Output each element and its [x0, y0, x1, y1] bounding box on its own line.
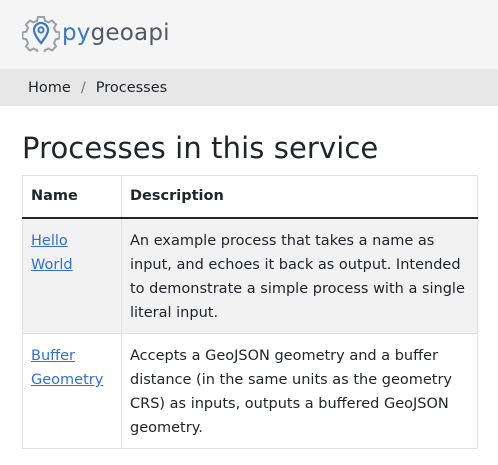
- table-header-row: Name Description: [22, 175, 478, 219]
- logo-wordmark: pygeoapi: [62, 19, 170, 46]
- processes-table: Name Description Hello World An example …: [22, 175, 478, 449]
- pygeoapi-logo[interactable]: pygeoapi: [22, 13, 170, 53]
- logo-suffix: geoapi: [90, 19, 170, 46]
- table-row: Hello World An example process that take…: [22, 217, 478, 334]
- site-header: pygeoapi: [0, 0, 498, 69]
- breadcrumb-current: Processes: [95, 79, 168, 96]
- breadcrumb-separator: /: [80, 79, 86, 96]
- breadcrumb-home-link[interactable]: Home: [28, 80, 71, 96]
- gear-map-pin-icon: [22, 16, 60, 52]
- page-title: Processes in this service: [22, 131, 379, 165]
- process-name-cell: Buffer Geometry: [22, 333, 122, 449]
- table-row: Buffer Geometry Accepts a GeoJSON geomet…: [22, 333, 478, 449]
- process-name-cell: Hello World: [22, 217, 122, 334]
- process-description-cell: Accepts a GeoJSON geometry and a buffer …: [121, 333, 478, 449]
- process-link-buffer-geometry[interactable]: Buffer Geometry: [31, 348, 103, 388]
- logo-prefix: py: [62, 19, 91, 46]
- process-description-cell: An example process that takes a name as …: [121, 217, 478, 334]
- process-link-hello-world[interactable]: Hello World: [31, 233, 73, 273]
- breadcrumb: Home / Processes: [0, 69, 498, 106]
- column-header-name: Name: [22, 175, 122, 219]
- column-header-description: Description: [121, 175, 478, 219]
